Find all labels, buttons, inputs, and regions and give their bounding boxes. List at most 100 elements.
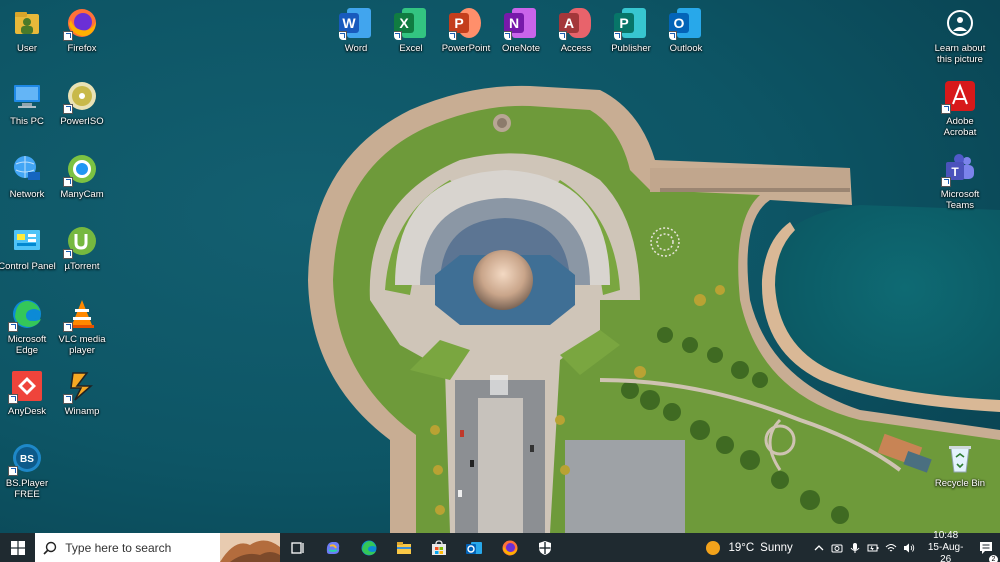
desktop-icon-word[interactable]: W Word [328,6,384,54]
weather-widget[interactable]: 19°C Sunny [706,540,793,555]
file-explorer-icon [396,541,411,554]
excel-letter: X [394,13,414,33]
shortcut-arrow-icon [63,31,73,41]
word-letter: W [339,13,359,33]
anydesk-icon [8,369,44,404]
chevron-up-icon[interactable] [813,542,825,554]
taskbar-task-view[interactable] [280,533,315,562]
shortcut-arrow-icon [669,31,677,40]
shortcut-arrow-icon [63,249,73,259]
shortcut-arrow-icon [614,31,622,40]
volume-icon[interactable] [903,542,915,554]
firefox-icon [63,6,99,41]
desktop-icon-label: Microsoft Edge [7,334,47,356]
word-icon: W [339,6,373,40]
shortcut-arrow-icon [8,394,18,404]
taskbar-copilot[interactable] [316,533,351,562]
sunny-icon [706,540,721,555]
poweriso-icon [63,79,99,114]
desktop-icon-firefox[interactable]: Firefox [54,6,110,54]
battery-icon[interactable] [867,542,879,554]
desktop-icon-access[interactable]: A Access [548,6,604,54]
recycle-bin-icon [943,441,977,475]
desktop-icon-excel[interactable]: X Excel [383,6,439,54]
security-shield-icon [538,540,551,555]
taskbar-edge[interactable] [351,533,386,562]
shortcut-arrow-icon [63,394,73,404]
outlook-icon: O [669,6,703,40]
desktop-icon-onenote[interactable]: N OneNote [493,6,549,54]
desktop-icon-this-pc[interactable]: This PC [0,79,55,127]
desktop-icon-anydesk[interactable]: AnyDesk [0,369,55,417]
user-folder-icon [10,6,44,40]
desktop-icon-outlook[interactable]: O Outlook [658,6,714,54]
winamp-icon [63,369,99,404]
desktop-icon-winamp[interactable]: Winamp [54,369,110,417]
desktop-wallpaper [0,0,1000,533]
start-button[interactable] [0,533,35,562]
desktop-icon-learn-picture[interactable]: Learn about this picture [932,6,988,65]
desktop-icon-manycam[interactable]: ManyCam [54,152,110,200]
desktop-icon-recycle-bin[interactable]: Recycle Bin [932,441,988,489]
excel-icon: X [394,6,428,40]
desktop-icon-utorrent[interactable]: µTorrent [54,224,110,272]
desktop-icon-adobe-acrobat[interactable]: Adobe Acrobat [932,79,988,138]
taskbar-clock[interactable]: 10:48 15-Aug-26 [923,530,969,562]
desktop-icon-label: Adobe Acrobat [943,116,977,138]
shortcut-arrow-icon [941,104,951,114]
taskbar-firefox[interactable] [492,533,527,562]
access-icon: A [559,6,593,40]
desktop-icon-label: Access [560,43,592,54]
desktop-icon-label: Learn about this picture [934,43,986,65]
desktop-icon-edge[interactable]: Microsoft Edge [0,297,55,356]
desktop-icon-label: Control Panel [0,261,56,272]
shortcut-arrow-icon [63,177,73,187]
desktop-icon-label: PowerPoint [441,43,491,54]
this-pc-icon [10,79,44,113]
desktop-icon-network[interactable]: Network [0,152,55,200]
shortcut-arrow-icon [63,104,73,114]
desktop-icon-teams[interactable]: T Microsoft Teams [932,152,988,211]
desktop-icon-control-panel[interactable]: Control Panel [0,224,56,272]
shortcut-arrow-icon [941,177,951,187]
notification-center-button[interactable]: 2 [973,540,1000,562]
access-letter: A [559,13,579,33]
taskbar-file-explorer[interactable] [386,533,421,562]
desktop-icon-label: Recycle Bin [934,478,986,489]
desktop-icon-bsplayer[interactable]: BS BS.Player FREE [0,441,55,500]
desktop-icon-poweriso[interactable]: PowerISO [54,79,110,127]
desktop-icon-label: Firefox [67,43,97,54]
desktop-icon-label: Publisher [611,43,651,54]
desktop-icon-label: ManyCam [60,189,104,200]
desktop-icon-vlc[interactable]: VLC media player [54,297,110,356]
desktop-icon-label: Word [344,43,368,54]
wifi-icon[interactable] [885,542,897,554]
search-icon [43,541,57,555]
svg-text:BS: BS [20,454,34,465]
teams-icon: T [941,152,977,187]
network-icon [10,152,44,186]
microsoft-store-icon [432,539,447,555]
desktop-icon-powerpoint[interactable]: P PowerPoint [438,6,494,54]
desktop-icon-user[interactable]: User [0,6,55,54]
desktop-icon-label: OneNote [501,43,541,54]
taskbar-windows-security[interactable] [527,533,562,562]
onenote-icon: N [504,6,538,40]
taskbar-microsoft-store[interactable] [421,533,456,562]
shortcut-arrow-icon [63,322,73,332]
microphone-icon[interactable] [849,542,861,554]
powerpoint-letter: P [449,13,469,33]
camera-icon[interactable] [831,542,843,554]
taskbar-outlook[interactable] [457,533,492,562]
vlc-icon [63,297,99,332]
windows-logo-icon [10,540,25,555]
shortcut-arrow-icon [504,31,512,40]
desktop-icon-publisher[interactable]: P Publisher [603,6,659,54]
desktop-icon-label: Excel [399,43,423,54]
publisher-icon: P [614,6,648,40]
desktop-icon-label: BS.Player FREE [5,478,49,500]
clock-date: 15-Aug-26 [927,541,964,562]
adobe-acrobat-icon [941,79,977,114]
shortcut-arrow-icon [339,31,347,40]
taskbar-search-box[interactable]: Type here to search [35,533,281,562]
